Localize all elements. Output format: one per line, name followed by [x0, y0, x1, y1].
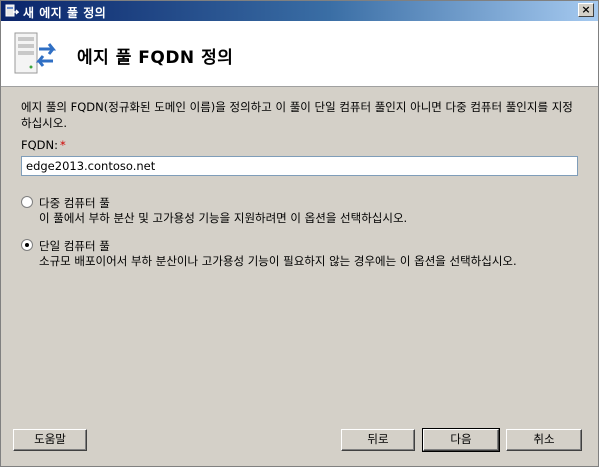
multi-pool-radio[interactable] [21, 196, 33, 208]
single-pool-description: 소규모 배포이어서 부하 분산이나 고가용성 기능이 필요하지 않는 경우에는 … [39, 254, 517, 268]
next-button[interactable]: 다음 [422, 428, 500, 452]
window-title: 새 에지 풀 정의 [23, 6, 107, 20]
multi-pool-label[interactable]: 다중 컴퓨터 풀 [39, 195, 110, 211]
dialog-window: 새 에지 풀 정의 × 에지 풀 FQDN 정의 에지 풀의 FQDN(정규화된… [0, 0, 599, 467]
close-button[interactable]: × [578, 3, 594, 17]
wizard-header: 에지 풀 FQDN 정의 [1, 21, 598, 87]
multi-pool-description: 이 풀에서 부하 분산 및 고가용성 기능을 지원하려면 이 옵션을 선택하십시… [39, 211, 408, 225]
help-button[interactable]: 도움말 [13, 429, 87, 451]
page-title: 에지 풀 FQDN 정의 [77, 48, 234, 68]
single-pool-label[interactable]: 단일 컴퓨터 풀 [39, 238, 110, 254]
cancel-button[interactable]: 취소 [506, 429, 582, 451]
fqdn-label: FQDN: * [21, 138, 66, 152]
pool-server-icon [14, 32, 57, 74]
single-pool-radio[interactable] [21, 239, 33, 251]
fqdn-input[interactable] [21, 156, 578, 176]
required-marker: * [60, 138, 66, 152]
back-button[interactable]: 뒤로 [341, 429, 415, 451]
intro-text: 에지 풀의 FQDN(정규화된 도메인 이름)을 정의하고 이 풀이 단일 컴퓨… [21, 100, 573, 130]
title-bar[interactable]: 새 에지 풀 정의 × [1, 1, 598, 21]
app-icon [5, 4, 19, 17]
fqdn-label-text: FQDN: [21, 138, 58, 152]
